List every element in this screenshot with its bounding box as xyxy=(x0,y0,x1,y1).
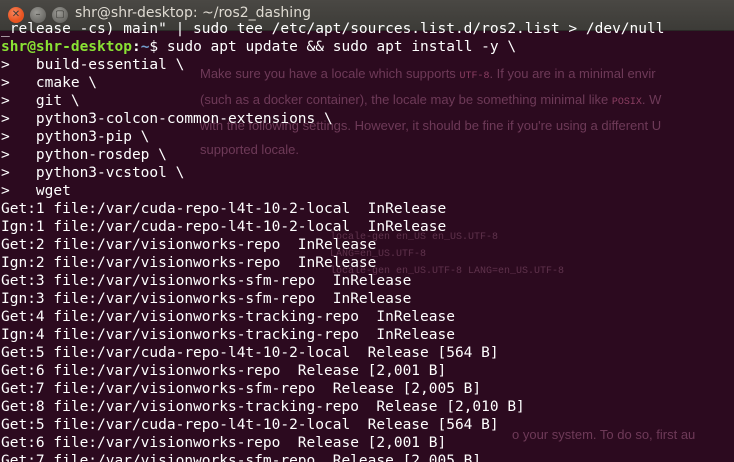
close-icon: ✕ xyxy=(11,9,21,20)
prompt-line: shr@shr-desktop:~$ sudo apt update && su… xyxy=(1,38,516,56)
prompt-user-host: shr@shr-desktop xyxy=(1,39,132,55)
terminal-line: > python3-vcstool \ xyxy=(1,165,185,181)
prompt-symbol: $ xyxy=(149,39,159,55)
terminal-line: Get:1 file:/var/cuda-repo-l4t-10-2-local… xyxy=(1,201,447,217)
prompt-command: sudo apt update && sudo apt install -y \ xyxy=(158,39,517,55)
terminal-line: Get:5 file:/var/cuda-repo-l4t-10-2-local… xyxy=(1,417,499,433)
terminal-line: Get:4 file:/var/visionworks-tracking-rep… xyxy=(1,309,455,325)
terminal-window: ✕ – ▢ shr@shr-desktop: ~/ros2_dashing Ma… xyxy=(0,0,734,462)
terminal-line: Get:3 file:/var/visionworks-sfm-repo InR… xyxy=(1,273,412,289)
terminal-line: Get:6 file:/var/visionworks-repo Release… xyxy=(1,363,447,379)
terminal-line: Get:7 file:/var/visionworks-sfm-repo Rel… xyxy=(1,381,482,397)
terminal-line: > python3-pip \ xyxy=(1,129,150,145)
terminal-line: Get:2 file:/var/visionworks-repo InRelea… xyxy=(1,237,377,253)
terminal-line: > wget xyxy=(1,183,71,199)
terminal-line: Ign:2 file:/var/visionworks-repo InRelea… xyxy=(1,255,377,271)
terminal-line: > git \ xyxy=(1,93,80,109)
minimize-icon: – xyxy=(35,9,41,20)
terminal-line: Get:8 file:/var/visionworks-tracking-rep… xyxy=(1,399,525,415)
terminal-line: > python-rosdep \ xyxy=(1,147,167,163)
terminal-line: Ign:3 file:/var/visionworks-sfm-repo InR… xyxy=(1,291,412,307)
prompt-separator: : xyxy=(131,39,141,55)
terminal-output[interactable]: _release -cs) main" | sudo tee /etc/apt/… xyxy=(0,21,734,462)
terminal-line: > build-essential \ xyxy=(1,57,185,73)
terminal-line: Get:6 file:/var/visionworks-repo Release… xyxy=(1,435,447,451)
terminal-line: Ign:4 file:/var/visionworks-tracking-rep… xyxy=(1,327,455,343)
terminal-line: > cmake \ xyxy=(1,75,98,91)
terminal-line: Ign:1 file:/var/cuda-repo-l4t-10-2-local… xyxy=(1,219,447,235)
maximize-icon: ▢ xyxy=(55,9,65,20)
terminal-line: Get:5 file:/var/cuda-repo-l4t-10-2-local… xyxy=(1,345,499,361)
terminal-line: > python3-colcon-common-extensions \ xyxy=(1,111,333,127)
window-title: shr@shr-desktop: ~/ros2_dashing xyxy=(75,5,311,21)
terminal-line: Get:7 file:/var/visionworks-sfm-repo Rel… xyxy=(1,453,482,462)
terminal-line-partial: _release -cs) main" | sudo tee /etc/apt/… xyxy=(1,21,665,37)
